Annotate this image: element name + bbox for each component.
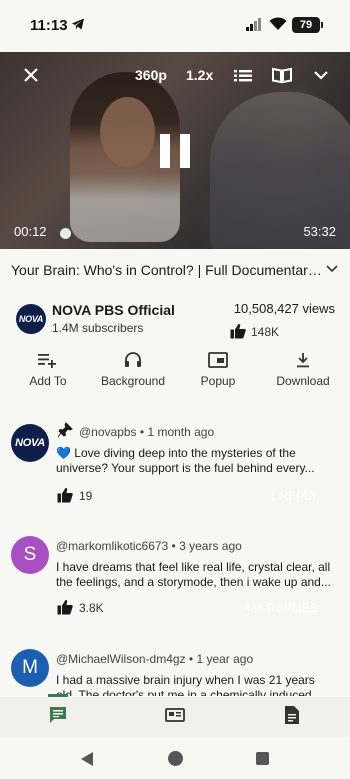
chevron-down-icon[interactable] [313,64,329,86]
speed-button[interactable]: 1.2x [186,64,213,86]
background-label: Background [100,374,166,388]
subscriber-count: 1.4M subscribers [52,321,144,335]
signal-icon [246,18,261,31]
channel-name[interactable]: NOVA PBS Official [52,302,175,318]
popup-label: Popup [200,374,236,388]
chevron-down-icon[interactable] [326,264,338,274]
video-player[interactable]: 360p 1.2x 00:12 53:32 [0,52,350,249]
comment-meta[interactable]: @MichaelWilson-dm4gz • 1 year ago [56,652,253,666]
comment-like-count: 3.8K [79,601,104,615]
popup-icon [208,352,228,368]
replies-button[interactable]: 438 REPLIES [244,601,318,615]
comment-text[interactable]: 💙 Love diving deep into the mysteries of… [56,446,336,476]
download-button[interactable]: Download [273,352,333,388]
replies-button[interactable]: 1 REPLY [270,489,318,503]
playlist-add-icon [38,354,56,368]
comment-text[interactable]: I had a massive brain injury when I was … [56,673,336,696]
comment-avatar[interactable]: M [11,649,49,687]
comment-meta[interactable]: @novapbs • 1 month ago [79,425,214,439]
thumbs-up-icon[interactable] [57,487,73,503]
pause-button[interactable] [160,134,190,168]
comment-avatar[interactable]: S [11,536,49,574]
thumbs-up-icon [230,324,246,339]
quality-button[interactable]: 360p [135,64,167,86]
back-icon[interactable] [80,751,94,767]
recent-apps-icon[interactable] [256,752,269,765]
duration: 53:32 [303,224,336,239]
comment-like-count: 19 [79,489,93,503]
queue-icon[interactable] [233,64,253,86]
add-to-button[interactable]: Add To [27,352,69,388]
background-button[interactable]: Background [98,352,168,388]
book-icon[interactable] [271,64,293,86]
wifi-icon [269,17,287,30]
popup-button[interactable]: Popup [198,352,238,388]
comment-item: M @MichaelWilson-dm4gz • 1 year ago I ha… [0,646,350,696]
status-bar: 11:13 79 [0,0,350,52]
description-tab-icon[interactable] [283,705,301,725]
comment-meta[interactable]: @markomlikotic6673 • 3 years ago [56,539,242,553]
battery-indicator: 79 [292,17,323,33]
comment-avatar[interactable]: NOVA [11,424,49,462]
add-to-label: Add To [29,374,67,388]
status-time: 11:13 [30,17,68,34]
comments-tab-icon[interactable] [48,705,68,725]
related-videos-tab-icon[interactable] [165,705,185,725]
pin-icon [57,422,73,438]
channel-avatar[interactable]: NOVA [16,304,46,334]
telegram-icon [72,18,84,30]
like-count: 148K [251,325,280,339]
close-icon[interactable] [22,64,40,86]
view-count: 10,508,427 views [233,301,335,316]
home-icon[interactable] [168,751,183,766]
current-time: 00:12 [14,224,47,239]
tab-indicator [48,694,68,697]
video-title[interactable]: Your Brain: Who's in Control? | Full Doc… [11,262,323,278]
download-label: Download [276,374,330,388]
download-icon [297,353,309,368]
seek-handle[interactable] [60,228,71,239]
comment-text[interactable]: I have dreams that feel like real life, … [56,560,336,590]
bottom-tab-bar [0,694,350,737]
headphones-icon [125,352,141,367]
system-navigation-bar [0,737,350,779]
thumbs-up-icon[interactable] [57,599,73,615]
